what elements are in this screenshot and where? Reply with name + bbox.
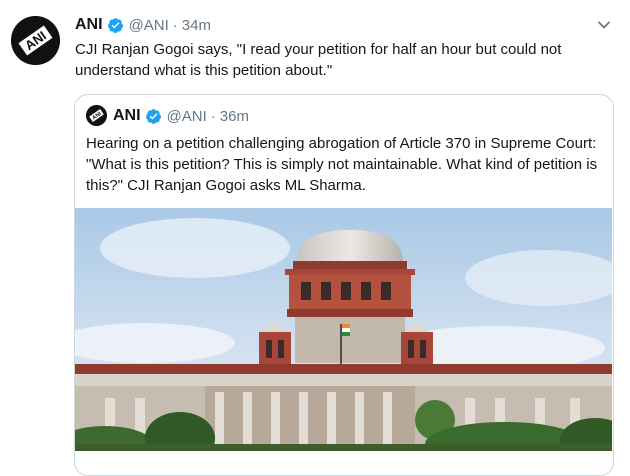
verified-badge-icon: [107, 17, 124, 34]
author-avatar[interactable]: ANI: [11, 16, 60, 65]
tweet: ANI ANI @ANI · 34m CJI Ranjan Gogoi says…: [0, 0, 630, 476]
quoted-tweet-text: Hearing on a petition challenging abroga…: [86, 135, 598, 194]
separator-dot: ·: [172, 16, 178, 34]
quoted-author-handle: @ANI: [166, 107, 207, 125]
quoted-tweet-header: ANI @ANI · 36m: [113, 105, 249, 127]
chevron-down-icon[interactable]: [595, 16, 613, 34]
tweet-timestamp[interactable]: 34m: [182, 17, 211, 34]
separator-dot: ·: [210, 107, 216, 125]
supreme-court-building-illustration: [55, 208, 630, 466]
supreme-court-photo[interactable]: [55, 208, 630, 466]
tweet-text: CJI Ranjan Gogoi says, "I read your peti…: [75, 41, 562, 79]
author-handle[interactable]: @ANI: [129, 17, 169, 34]
author-name[interactable]: ANI: [75, 16, 103, 34]
verified-badge-icon: [145, 108, 162, 125]
ani-logo-icon: ANI: [11, 16, 60, 65]
ani-logo-icon: ANI: [86, 105, 107, 126]
quoted-tweet-timestamp: 36m: [219, 107, 249, 125]
tweet-header: ANI @ANI · 34m: [75, 14, 211, 36]
quoted-author-name: ANI: [113, 107, 141, 124]
quoted-author-avatar[interactable]: ANI: [86, 105, 107, 126]
